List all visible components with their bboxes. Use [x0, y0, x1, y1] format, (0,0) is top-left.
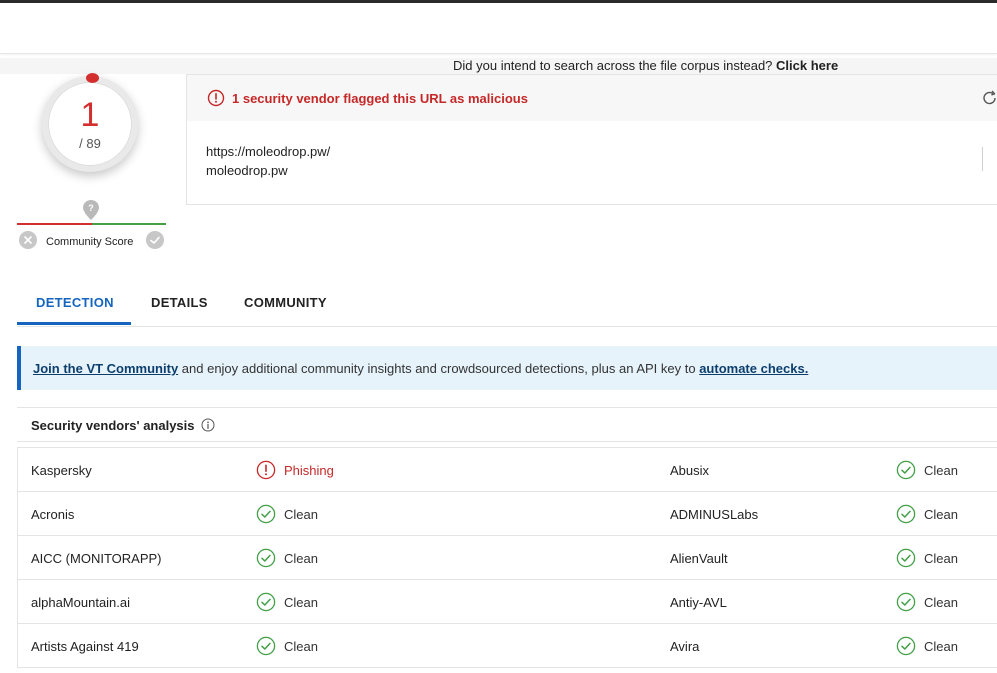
alert-circle-icon	[256, 460, 276, 480]
tab-community[interactable]: COMMUNITY	[244, 295, 327, 310]
check-circle-icon	[256, 636, 276, 656]
banner-text: Join the VT Community and enjoy addition…	[33, 361, 808, 376]
check-circle-icon	[896, 636, 916, 656]
community-score: ? Community Score	[17, 198, 167, 253]
check-circle-icon	[896, 548, 916, 568]
detection-count: 1	[80, 96, 100, 134]
check-icon	[150, 236, 160, 244]
vendor-result-label: Clean	[924, 639, 958, 654]
vendor-result-label: Clean	[284, 595, 318, 610]
alert-circle-icon	[207, 89, 225, 107]
svg-text:?: ?	[88, 203, 94, 213]
banner-middle-text: and enjoy additional community insights …	[178, 361, 700, 376]
community-score-bar-positive	[92, 223, 166, 225]
active-tab-underline	[17, 322, 131, 325]
tab-detection[interactable]: DETECTION	[36, 295, 114, 310]
close-icon	[24, 236, 32, 244]
table-row: Kaspersky Phishing Abusix Clean	[18, 448, 997, 492]
vendor-name: Acronis	[31, 507, 75, 522]
vendor-name: AlienVault	[670, 551, 728, 566]
check-circle-icon	[896, 460, 916, 480]
vendor-result-label: Phishing	[284, 463, 334, 478]
table-row: AICC (MONITORAPP) Clean AlienVault Clean	[18, 536, 997, 580]
check-circle-icon	[256, 548, 276, 568]
automate-checks-link[interactable]: automate checks.	[699, 361, 808, 376]
vendor-result-label: Clean	[924, 507, 958, 522]
corpus-hint-message: Did you intend to search across the file…	[453, 58, 773, 73]
header-bar	[0, 3, 997, 54]
vendor-table: Kaspersky Phishing Abusix Clean Acronis …	[17, 447, 997, 668]
community-score-label: Community Score	[46, 236, 134, 248]
check-circle-icon	[896, 504, 916, 524]
vendor-result-label: Clean	[284, 507, 318, 522]
scanned-domain[interactable]: moleodrop.pw	[206, 163, 288, 178]
score-indicator-dot	[86, 73, 99, 83]
corpus-hint-text: Did you intend to search across the file…	[453, 58, 838, 73]
report-tabs: DETECTION DETAILS COMMUNITY	[17, 286, 997, 327]
vendor-name: ADMINUSLabs	[670, 507, 759, 522]
vendor-result-label: Clean	[284, 551, 318, 566]
table-row: Acronis Clean ADMINUSLabs Clean	[18, 492, 997, 536]
community-banner: Join the VT Community and enjoy addition…	[17, 346, 997, 390]
vendor-result-label: Clean	[924, 551, 958, 566]
table-row: alphaMountain.ai Clean Antiy-AVL Clean	[18, 580, 997, 624]
vendor-name: Avira	[670, 639, 700, 654]
vendor-result-label: Clean	[924, 463, 958, 478]
corpus-hint-bar: Did you intend to search across the file…	[0, 58, 997, 74]
refresh-icon[interactable]	[982, 89, 997, 107]
check-circle-icon	[896, 592, 916, 612]
analysis-title: Security vendors' analysis	[31, 418, 195, 433]
scanned-url: https://moleodrop.pw/	[206, 144, 331, 159]
flagged-url-card: 1 security vendor flagged this URL as ma…	[186, 74, 997, 205]
join-community-link[interactable]: Join the VT Community	[33, 361, 178, 376]
vendor-name: alphaMountain.ai	[31, 595, 131, 610]
vendor-name: AICC (MONITORAPP)	[31, 551, 162, 566]
vendor-name: Antiy-AVL	[670, 595, 727, 610]
detection-total: / 89	[79, 136, 101, 151]
community-score-bar-negative	[17, 223, 92, 225]
flagged-header: 1 security vendor flagged this URL as ma…	[187, 75, 997, 121]
vendor-name: Artists Against 419	[31, 639, 139, 654]
vendor-result-label: Clean	[284, 639, 318, 654]
downvote-button[interactable]	[19, 231, 37, 249]
upvote-button[interactable]	[146, 231, 164, 249]
check-circle-icon	[256, 504, 276, 524]
vendor-name: Abusix	[670, 463, 710, 478]
corpus-hint-link[interactable]: Click here	[776, 58, 838, 73]
vendor-name: Kaspersky	[31, 463, 92, 478]
analysis-header: Security vendors' analysis	[17, 407, 997, 442]
vendor-result-label: Clean	[924, 595, 958, 610]
location-pin-icon: ?	[83, 200, 99, 220]
info-icon[interactable]	[201, 418, 215, 432]
flagged-message: 1 security vendor flagged this URL as ma…	[232, 91, 528, 106]
tab-details[interactable]: DETAILS	[151, 295, 208, 310]
check-circle-icon	[256, 592, 276, 612]
card-divider	[982, 147, 983, 171]
table-row: Artists Against 419 Clean Avira Clean	[18, 624, 997, 668]
